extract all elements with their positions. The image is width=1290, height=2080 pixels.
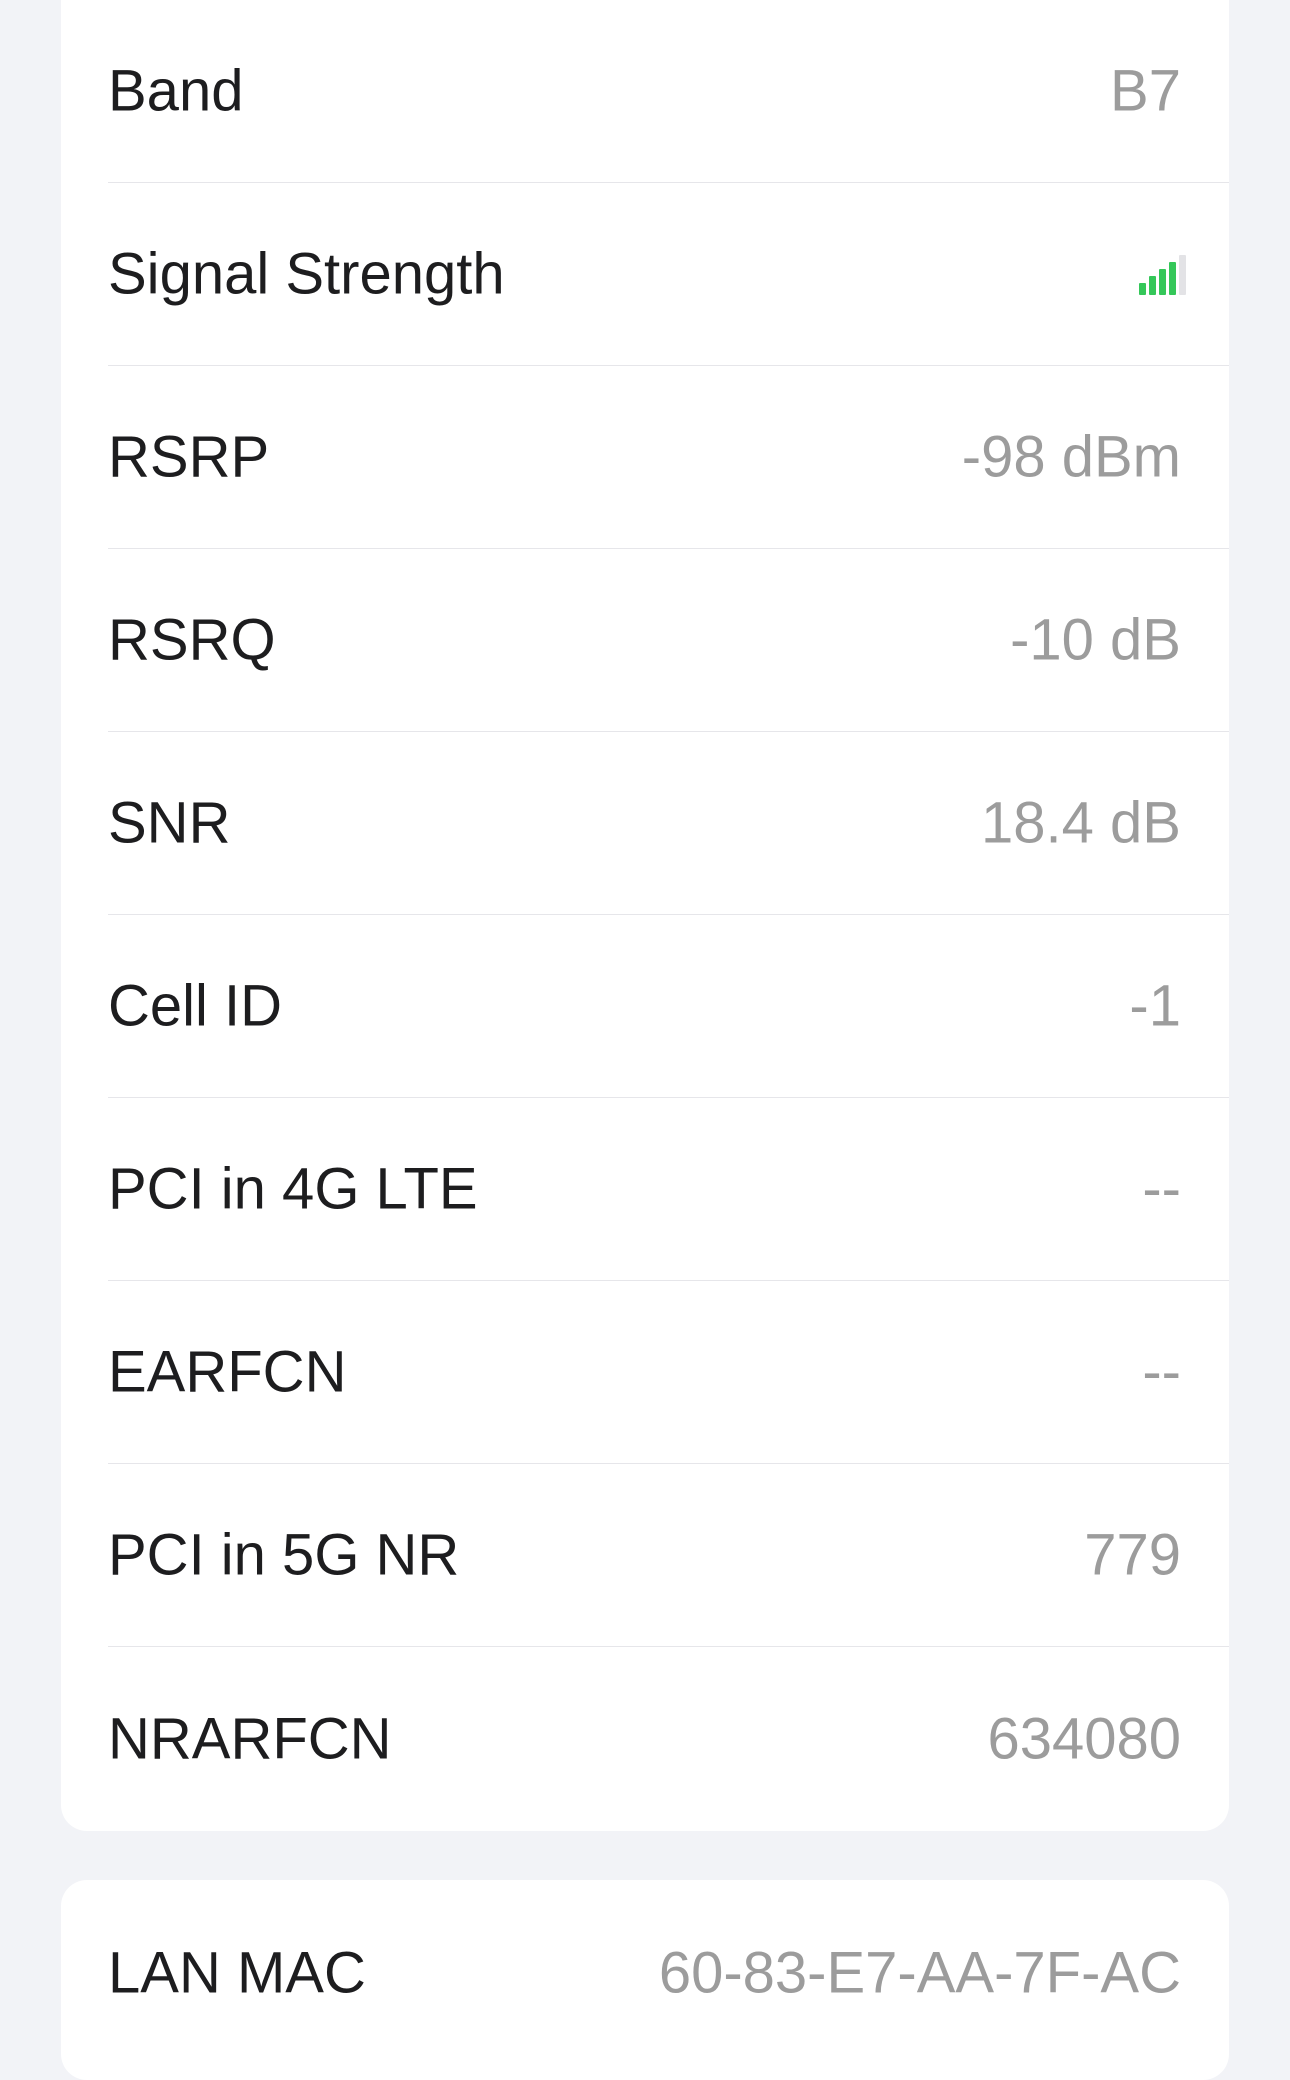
snr-value: 18.4 dB: [981, 790, 1181, 856]
pci-4g-lte-label: PCI in 4G LTE: [108, 1156, 478, 1222]
rsrq-row: RSRQ -10 dB: [108, 549, 1229, 732]
nrarfcn-row: NRARFCN 634080: [108, 1647, 1229, 1830]
snr-label: SNR: [108, 790, 231, 856]
cell-id-label: Cell ID: [108, 973, 283, 1039]
cell-id-value: -1: [1129, 973, 1181, 1039]
lan-info-list: LAN MAC 60-83-E7-AA-7F-AC: [61, 1880, 1229, 2065]
cell-id-row: Cell ID -1: [108, 915, 1229, 1098]
pci-4g-lte-value: --: [1142, 1156, 1181, 1222]
pci-5g-nr-row: PCI in 5G NR 779: [108, 1464, 1229, 1647]
band-label: Band: [108, 58, 244, 124]
lan-mac-row: LAN MAC 60-83-E7-AA-7F-AC: [108, 1880, 1229, 2065]
signal-bar: [1179, 255, 1186, 295]
rsrq-value: -10 dB: [1010, 607, 1181, 673]
rsrp-row: RSRP -98 dBm: [108, 366, 1229, 549]
signal-bar: [1149, 276, 1156, 295]
lan-mac-value: 60-83-E7-AA-7F-AC: [658, 1940, 1181, 2005]
nrarfcn-value: 634080: [987, 1706, 1181, 1771]
pci-5g-nr-label: PCI in 5G NR: [108, 1522, 460, 1588]
rsrq-label: RSRQ: [108, 607, 276, 673]
signal-strength-label: Signal Strength: [108, 241, 505, 307]
earfcn-value: --: [1142, 1339, 1181, 1405]
signal-strength-row: Signal Strength: [108, 183, 1229, 366]
lan-info-card: LAN MAC 60-83-E7-AA-7F-AC: [61, 1880, 1229, 2080]
rsrp-label: RSRP: [108, 424, 270, 490]
lan-mac-label: LAN MAC: [108, 1940, 366, 2005]
cellular-info-list: Band B7 Signal Strength RSRP -98 dBm RSR…: [61, 0, 1229, 1830]
pci-4g-lte-row: PCI in 4G LTE --: [108, 1098, 1229, 1281]
signal-bar: [1139, 283, 1146, 295]
nrarfcn-label: NRARFCN: [108, 1706, 392, 1771]
signal-bars-icon: [1139, 253, 1191, 295]
signal-bar: [1169, 262, 1176, 295]
snr-row: SNR 18.4 dB: [108, 732, 1229, 915]
earfcn-row: EARFCN --: [108, 1281, 1229, 1464]
pci-5g-nr-value: 779: [1084, 1522, 1181, 1588]
device-info-screen: Band B7 Signal Strength RSRP -98 dBm RSR…: [0, 0, 1290, 2080]
cellular-info-card: Band B7 Signal Strength RSRP -98 dBm RSR…: [61, 0, 1229, 1831]
band-row: Band B7: [108, 0, 1229, 183]
signal-bar: [1159, 269, 1166, 295]
rsrp-value: -98 dBm: [961, 424, 1181, 490]
earfcn-label: EARFCN: [108, 1339, 347, 1405]
band-value: B7: [1110, 58, 1181, 124]
